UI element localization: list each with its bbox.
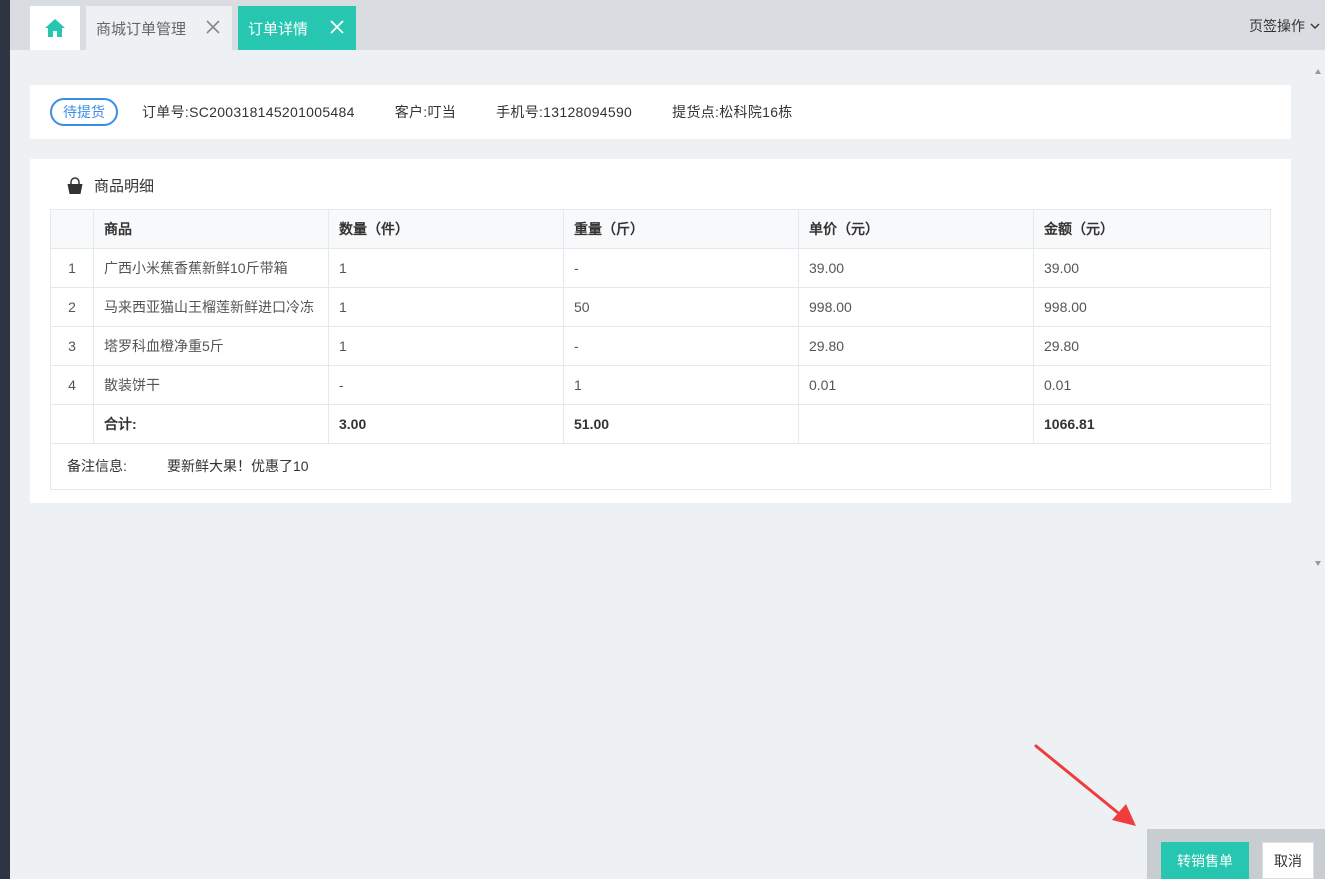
total-label: 合计: [93, 404, 329, 444]
total-row: 合计: 3.00 51.00 1066.81 [50, 404, 1271, 444]
amount: 29.80 [1033, 326, 1271, 366]
pickup-point: 提货点:松科院16栋 [672, 104, 793, 120]
page-ops-menu[interactable]: 页签操作 [1249, 16, 1321, 36]
unit-price: 39.00 [798, 248, 1034, 288]
goods-title: 商品明细 [94, 178, 155, 195]
total-quantity: 3.00 [328, 404, 564, 444]
column-header-weight: 重量（斤） [563, 209, 799, 249]
order-number: 订单号:SC200318145201005484 [142, 104, 355, 120]
table-row: 4 散装饼干 - 1 0.01 0.01 [50, 365, 1271, 405]
cancel-button[interactable]: 取消 [1262, 842, 1314, 879]
row-index: 2 [50, 287, 94, 327]
row-index: 3 [50, 326, 94, 366]
tab-home[interactable] [30, 6, 80, 50]
remark-value: 要新鲜大果！优惠了10 [167, 458, 309, 474]
status-badge: 待提货 [50, 98, 118, 126]
total-unit-price [798, 404, 1034, 444]
phone-number: 手机号:13128094590 [496, 104, 633, 120]
product-name: 广西小米蕉香蕉新鲜10斤带箱 [93, 248, 329, 288]
amount: 998.00 [1033, 287, 1271, 327]
goods-table: 商品 数量（件） 重量（斤） 单价（元） 金额（元） 1 广西小米蕉香蕉新鲜10… [50, 209, 1271, 444]
row-index [50, 404, 94, 444]
product-name: 塔罗科血橙净重5斤 [93, 326, 329, 366]
quantity: 1 [328, 248, 564, 288]
column-header-quantity: 数量（件） [328, 209, 564, 249]
row-index: 4 [50, 365, 94, 405]
product-name: 散装饼干 [93, 365, 329, 405]
column-header-product: 商品 [93, 209, 329, 249]
scrollbar[interactable] [1311, 65, 1325, 570]
shopping-bag-icon [67, 176, 83, 194]
table-row: 2 马来西亚猫山王榴莲新鲜进口冷冻 1 50 998.00 998.00 [50, 287, 1271, 327]
chevron-down-icon [1310, 23, 1320, 29]
unit-price: 998.00 [798, 287, 1034, 327]
amount: 39.00 [1033, 248, 1271, 288]
page-ops-label: 页签操作 [1249, 18, 1305, 34]
left-sidebar-strip [0, 0, 10, 879]
total-weight: 51.00 [563, 404, 799, 444]
close-icon[interactable] [328, 18, 346, 36]
weight: 50 [563, 287, 799, 327]
quantity: 1 [328, 326, 564, 366]
tab-order-detail[interactable]: 订单详情 [238, 6, 356, 50]
unit-price: 29.80 [798, 326, 1034, 366]
table-row: 1 广西小米蕉香蕉新鲜10斤带箱 1 - 39.00 39.00 [50, 248, 1271, 288]
unit-price: 0.01 [798, 365, 1034, 405]
weight: - [563, 326, 799, 366]
annotation-arrow-icon [1034, 744, 1136, 826]
goods-header: 商品明细 [66, 175, 154, 196]
column-header-amount: 金额（元） [1033, 209, 1271, 249]
column-header-unit-price: 单价（元） [798, 209, 1034, 249]
tab-mall-orders[interactable]: 商城订单管理 [86, 6, 232, 50]
close-icon[interactable] [204, 18, 222, 36]
customer-name: 客户:叮当 [394, 104, 457, 120]
table-row: 3 塔罗科血橙净重5斤 1 - 29.80 29.80 [50, 326, 1271, 366]
quantity: 1 [328, 287, 564, 327]
order-info-card: 待提货 订单号:SC200318145201005484 客户:叮当 手机号:1… [30, 85, 1291, 139]
scroll-up-icon[interactable] [1315, 69, 1321, 74]
row-index: 1 [50, 248, 94, 288]
tab-mall-orders-label: 商城订单管理 [96, 20, 187, 38]
tab-order-detail-label: 订单详情 [248, 20, 309, 38]
table-header-row: 商品 数量（件） 重量（斤） 单价（元） 金额（元） [50, 209, 1271, 249]
weight: - [563, 248, 799, 288]
scroll-down-icon[interactable] [1315, 561, 1321, 566]
remark-row: 备注信息: 要新鲜大果！优惠了10 [50, 443, 1271, 490]
remark-label: 备注信息: [67, 458, 127, 474]
product-name: 马来西亚猫山王榴莲新鲜进口冷冻 [93, 287, 329, 327]
weight: 1 [563, 365, 799, 405]
quantity: - [328, 365, 564, 405]
tab-bar: 商城订单管理 订单详情 页签操作 [10, 0, 1325, 50]
convert-to-sales-order-button[interactable]: 转销售单 [1161, 842, 1249, 879]
column-header-index [50, 209, 94, 249]
goods-detail-card: 商品明细 商品 数量（件） 重量（斤） 单价（元） 金额（元） 1 广西小米蕉香… [30, 159, 1291, 503]
amount: 0.01 [1033, 365, 1271, 405]
total-amount: 1066.81 [1033, 404, 1271, 444]
home-icon [45, 19, 65, 37]
